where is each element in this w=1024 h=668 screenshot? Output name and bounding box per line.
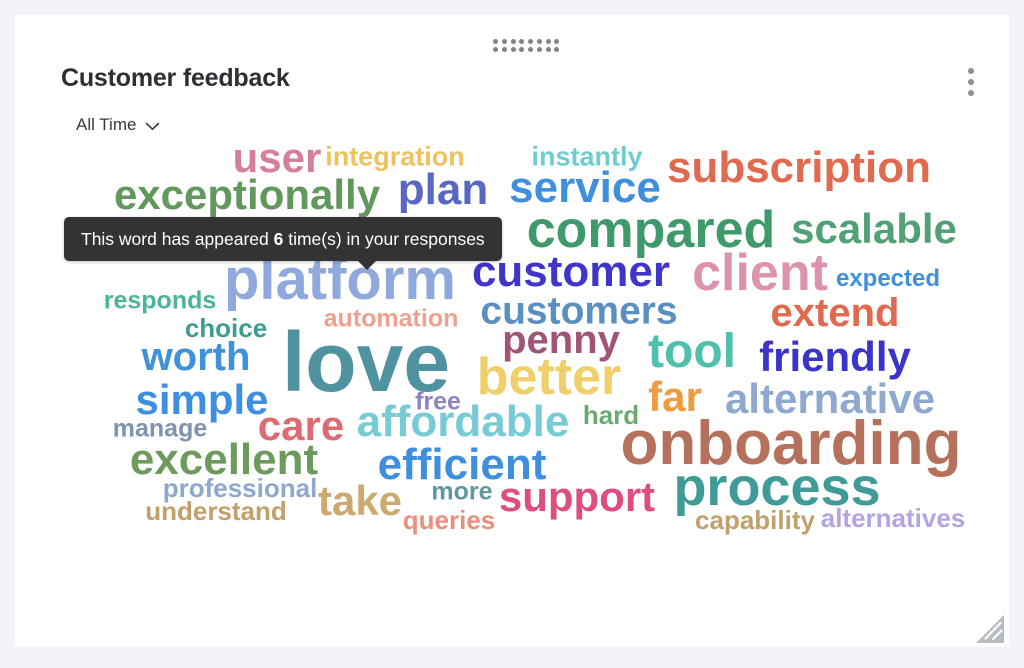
- tooltip-prefix: This word has appeared: [81, 229, 274, 249]
- word-cloud-panel: Customer feedback All Time user integrati…: [15, 15, 1009, 647]
- word-cloud-term[interactable]: affordable: [357, 400, 570, 444]
- word-cloud-term[interactable]: expected: [836, 267, 940, 291]
- word-count-tooltip: This word has appeared 6 time(s) in your…: [64, 217, 502, 271]
- page-title: Customer feedback: [61, 64, 290, 92]
- word-cloud-term[interactable]: capability: [695, 507, 815, 533]
- chevron-down-icon: [145, 122, 160, 131]
- word-cloud-term[interactable]: alternatives: [821, 505, 966, 531]
- resize-grip-icon[interactable]: [975, 614, 1005, 644]
- word-cloud-term[interactable]: worth: [142, 337, 251, 377]
- word-cloud-term[interactable]: extend: [771, 293, 900, 333]
- word-cloud-term[interactable]: responds: [104, 288, 217, 314]
- word-cloud-term[interactable]: subscription: [667, 146, 931, 190]
- time-range-label: All Time: [76, 115, 137, 134]
- tooltip-arrow: [357, 260, 377, 271]
- word-cloud-term[interactable]: plan: [398, 168, 488, 212]
- word-cloud-term[interactable]: more: [431, 479, 492, 505]
- tooltip-count: 6: [273, 229, 284, 249]
- time-range-dropdown[interactable]: All Time: [76, 115, 160, 135]
- word-cloud: user integration instantly subscription exce…: [15, 125, 1009, 575]
- tooltip-suffix: time(s) in your responses: [283, 229, 485, 249]
- word-cloud-term[interactable]: take: [318, 480, 402, 522]
- word-cloud-term[interactable]: better: [477, 351, 621, 403]
- word-cloud-term[interactable]: understand: [145, 498, 287, 524]
- word-cloud-term[interactable]: tool: [648, 328, 736, 376]
- word-cloud-term[interactable]: support: [499, 476, 655, 518]
- word-cloud-term[interactable]: queries: [403, 507, 496, 533]
- word-cloud-term[interactable]: friendly: [759, 336, 911, 378]
- kebab-menu-icon[interactable]: [961, 65, 981, 99]
- drag-dots-icon[interactable]: [493, 39, 561, 53]
- word-cloud-term[interactable]: exceptionally: [114, 174, 380, 216]
